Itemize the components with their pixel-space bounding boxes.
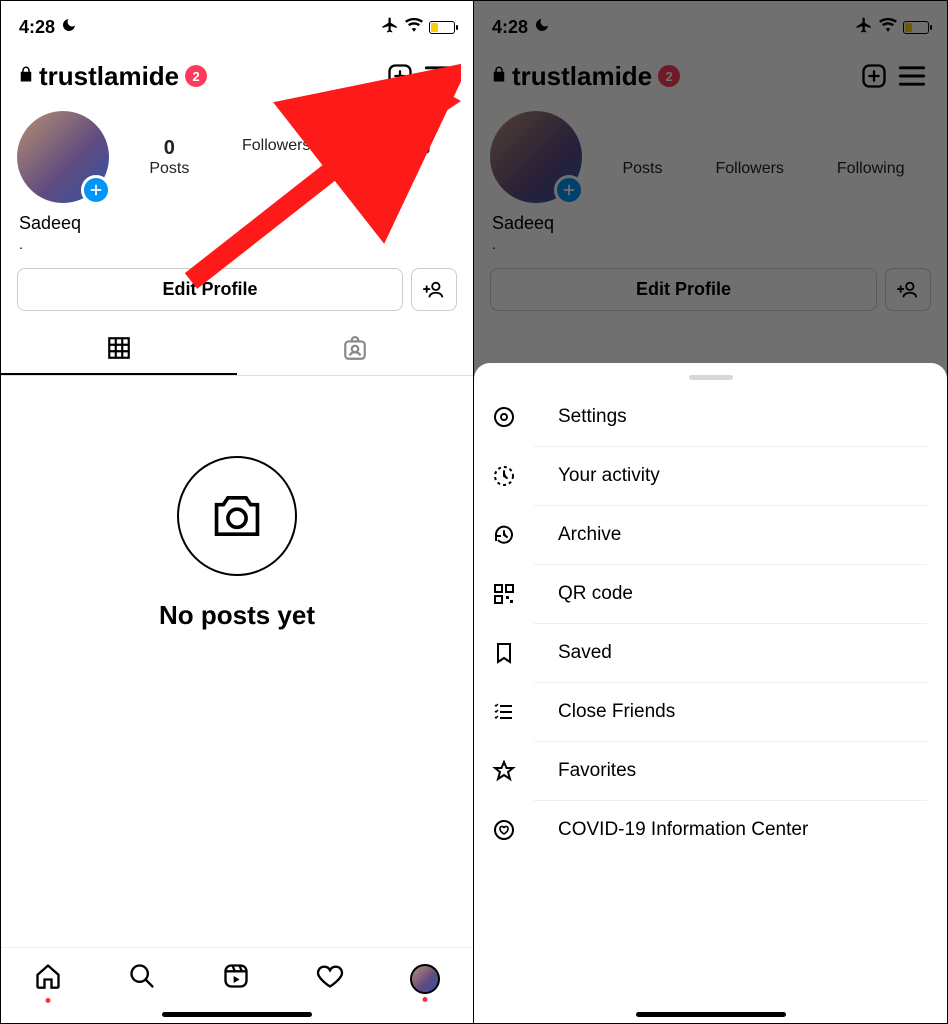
stat-posts[interactable]: 0 Posts [149,137,189,178]
nav-dot-icon [46,998,51,1003]
edit-profile-button[interactable]: Edit Profile [17,268,403,311]
menu-label: Close Friends [558,701,675,723]
close-friends-icon [490,700,518,724]
posts-label: Posts [149,160,189,178]
create-post-button[interactable] [381,57,419,95]
tab-posts-grid[interactable] [1,323,237,375]
bookmark-icon [490,641,518,665]
tab-tagged[interactable] [237,323,473,375]
menu-label: Settings [558,406,627,428]
activity-icon [490,464,518,488]
nav-profile[interactable] [410,964,440,994]
menu-label: Your activity [558,465,660,487]
bio-text: . [1,236,473,262]
battery-icon [429,21,455,34]
menu-label: Saved [558,642,612,664]
grid-icon [106,335,132,361]
home-indicator[interactable] [636,1012,786,1017]
menu-item-favorites[interactable]: Favorites [534,742,927,801]
nav-home[interactable] [34,962,62,995]
notification-badge: 2 [185,65,207,87]
add-story-icon[interactable] [81,175,111,205]
profile-screen: 4:28 trustlami [1,1,474,1023]
menu-label: QR code [558,583,633,605]
settings-icon [490,405,518,429]
menu-item-settings[interactable]: Settings [534,388,927,447]
discover-people-button[interactable] [411,268,457,311]
hamburger-menu-button[interactable] [419,57,457,95]
airplane-mode-icon [381,16,399,39]
bottom-sheet: Settings Your activity Archive QR code S… [474,363,947,1023]
status-time: 4:28 [19,17,55,38]
archive-icon [490,523,518,547]
nav-search[interactable] [128,962,156,995]
stat-following[interactable]: Following [363,137,431,178]
tagged-icon [342,336,368,362]
status-bar: 4:28 [1,1,473,45]
heart-circle-icon [490,818,518,842]
menu-item-qr[interactable]: QR code [534,565,927,624]
menu-item-covid[interactable]: COVID-19 Information Center [534,801,927,859]
avatar[interactable] [17,111,109,203]
display-name: Sadeeq [1,211,473,236]
sheet-handle[interactable] [689,375,733,380]
wifi-icon [405,18,423,37]
nav-reels[interactable] [222,962,250,995]
menu-item-archive[interactable]: Archive [534,506,927,565]
username-text: trustlamide [39,61,179,92]
menu-label: Favorites [558,760,636,782]
home-indicator[interactable] [162,1012,312,1017]
username-dropdown[interactable]: trustlamide 2 [39,61,207,92]
camera-icon [177,456,297,576]
empty-state: No posts yet [1,376,473,631]
followers-label: Followers [242,137,310,155]
following-label: Following [363,137,431,155]
posts-count: 0 [149,137,189,160]
menu-label: Archive [558,524,621,546]
menu-item-close-friends[interactable]: Close Friends [534,683,927,742]
menu-item-activity[interactable]: Your activity [534,447,927,506]
nav-activity[interactable] [316,962,344,995]
menu-label: COVID-19 Information Center [558,819,808,841]
qr-code-icon [490,582,518,606]
menu-item-saved[interactable]: Saved [534,624,927,683]
menu-sheet-screen: 4:28 trustlamide 2 [474,1,947,1023]
nav-dot-icon [423,997,428,1002]
dnd-moon-icon [61,17,77,38]
stat-followers[interactable]: Followers [242,137,310,178]
empty-text: No posts yet [159,600,315,631]
star-icon [490,759,518,783]
lock-icon [17,64,35,89]
